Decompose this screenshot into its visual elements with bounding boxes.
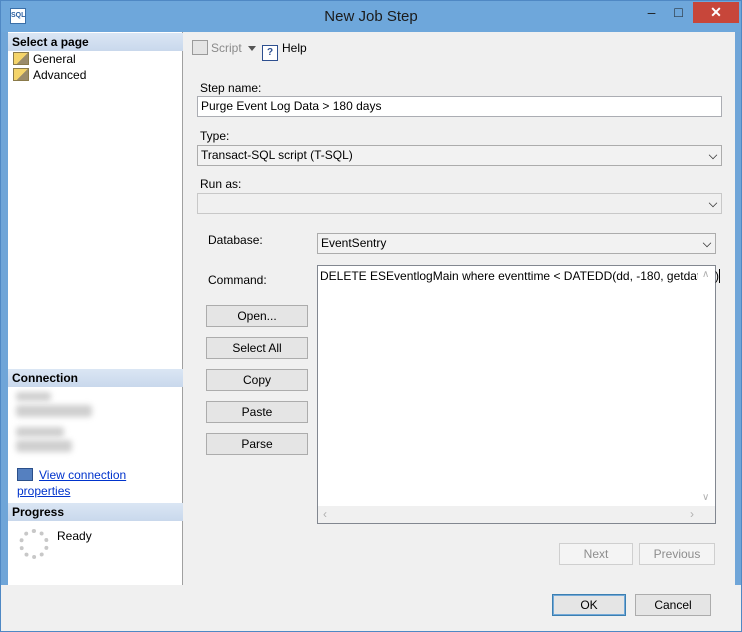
dialog-window: SQL New Job Step – □ ✕ Select a page Gen… [0, 0, 742, 632]
help-button[interactable]: ? Help [262, 40, 307, 61]
scroll-down-icon[interactable]: ∨ [702, 493, 709, 503]
type-select[interactable]: Transact-SQL script (T-SQL) [197, 145, 722, 166]
redacted-user [16, 440, 72, 452]
close-icon[interactable]: ✕ [693, 2, 739, 23]
chevron-down-icon [708, 150, 718, 160]
select-page-header: Select a page [8, 33, 183, 51]
next-button[interactable]: Next [559, 543, 633, 565]
type-label: Type: [200, 129, 230, 143]
dialog-client: Select a page General Advanced Connectio… [8, 32, 735, 585]
script-dropdown-icon[interactable] [248, 46, 256, 51]
right-pane: Script ? Help Step name: Purge Event Log … [184, 32, 735, 585]
chevron-down-icon [708, 198, 718, 208]
database-label: Database: [208, 233, 263, 247]
title-bar[interactable]: SQL New Job Step – □ ✕ [1, 1, 741, 32]
minimize-icon[interactable]: – [638, 2, 665, 23]
redacted-server [16, 405, 92, 417]
progress-spinner-icon [19, 529, 49, 559]
page-item-label: General [33, 52, 76, 66]
page-item-label: Advanced [33, 68, 87, 82]
step-name-label: Step name: [200, 81, 262, 95]
connection-icon [17, 468, 33, 481]
connection-header: Connection [8, 369, 183, 387]
copy-button[interactable]: Copy [206, 369, 308, 391]
parse-button[interactable]: Parse [206, 433, 308, 455]
toolbar: Script ? Help [184, 32, 735, 62]
horizontal-scrollbar[interactable]: ‹ › [318, 506, 699, 523]
command-content: DELETE ESEventlogMain where eventtime < … [320, 269, 719, 283]
ok-button[interactable]: OK [552, 594, 626, 616]
run-as-select[interactable] [197, 193, 722, 214]
progress-header: Progress [8, 503, 183, 521]
type-select-value: Transact-SQL script (T-SQL) [201, 148, 353, 162]
page-item-advanced[interactable]: Advanced [13, 67, 86, 83]
previous-button[interactable]: Previous [639, 543, 715, 565]
database-select[interactable]: EventSentry [317, 233, 716, 254]
select-all-button[interactable]: Select All [206, 337, 308, 359]
view-connection-properties-link[interactable]: View connection properties [17, 467, 182, 498]
step-name-input[interactable]: Purge Event Log Data > 180 days [197, 96, 722, 117]
database-select-value: EventSentry [321, 236, 387, 250]
script-button[interactable]: Script [192, 40, 242, 56]
page-icon [13, 52, 29, 65]
command-textarea[interactable]: DELETE ESEventlogMain where eventtime < … [317, 265, 720, 524]
view-connection-label: View connection properties [17, 468, 127, 498]
left-pane: Select a page General Advanced Connectio… [8, 32, 183, 585]
script-icon [192, 40, 208, 55]
dialog-footer: OK Cancel [1, 585, 741, 631]
scroll-up-icon[interactable]: ∧ [702, 270, 709, 280]
scrollbar-corner [698, 506, 715, 523]
cancel-button[interactable]: Cancel [635, 594, 711, 616]
maximize-icon[interactable]: □ [665, 2, 692, 23]
redacted-user [16, 427, 64, 437]
chevron-down-icon [702, 238, 712, 248]
command-label: Command: [208, 273, 267, 287]
redacted-server [16, 392, 51, 401]
command-text: DELETE ESEventlogMain where eventtime < … [320, 268, 720, 284]
open-button[interactable]: Open... [206, 305, 308, 327]
scroll-left-icon[interactable]: ‹ [323, 508, 327, 520]
script-label: Script [211, 41, 242, 55]
page-icon [13, 68, 29, 81]
page-item-general[interactable]: General [13, 51, 76, 67]
text-caret [718, 269, 720, 283]
help-icon: ? [262, 45, 278, 61]
scroll-right-icon[interactable]: › [690, 508, 694, 520]
vertical-scrollbar[interactable]: ∧ ∨ [698, 266, 715, 507]
window-title: New Job Step [324, 8, 418, 25]
run-as-label: Run as: [200, 177, 242, 191]
help-label: Help [282, 41, 307, 55]
progress-status: Ready [57, 529, 92, 543]
paste-button[interactable]: Paste [206, 401, 308, 423]
